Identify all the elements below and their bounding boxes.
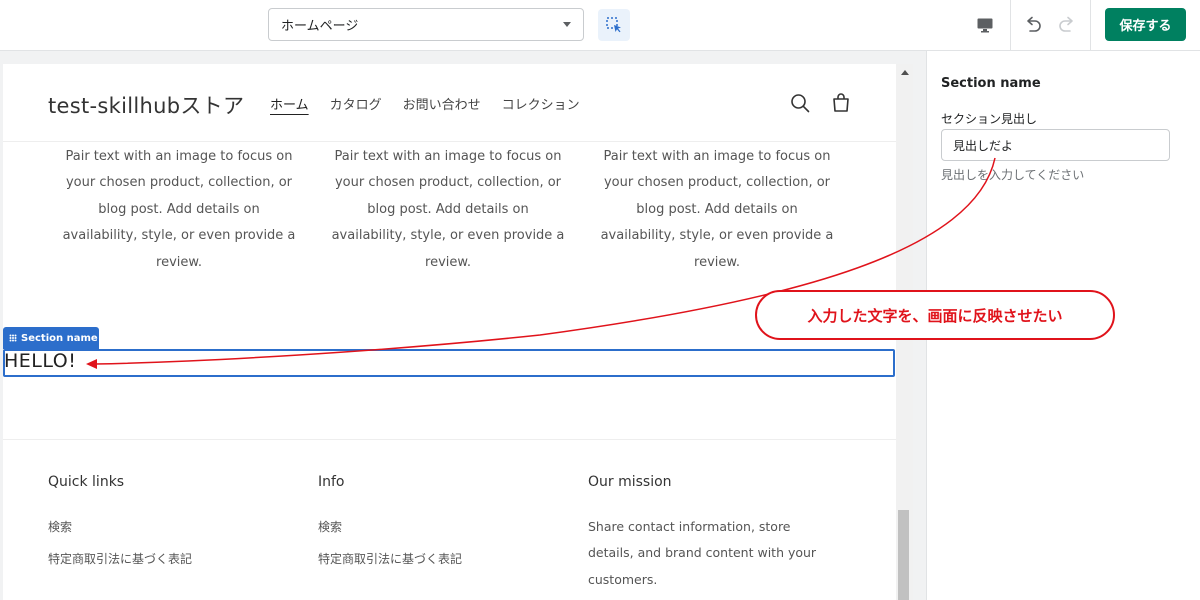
section-heading: HELLO!	[4, 350, 77, 372]
heading-field-label: セクション見出し	[941, 112, 1038, 126]
save-button[interactable]: 保存する	[1105, 8, 1186, 41]
toolbar-divider	[1090, 0, 1091, 51]
store-header: test-skillhubストア ホーム カタログ お問い合わせ コレクション	[3, 64, 896, 142]
redo-button[interactable]	[1052, 10, 1082, 40]
heading-input[interactable]	[941, 129, 1170, 161]
footer-info-title: Info	[318, 474, 345, 490]
footer-mission-text: Share contact information, store details…	[588, 519, 817, 587]
chevron-down-icon	[563, 22, 571, 27]
panel-title: Section name	[941, 76, 1041, 91]
footer-link-search[interactable]: 検索	[48, 518, 72, 535]
footer-info-link-search[interactable]: 検索	[318, 518, 342, 535]
nav-item-collection[interactable]: コレクション	[502, 94, 580, 113]
desktop-view-button[interactable]	[970, 10, 1000, 40]
nav-item-catalog[interactable]: カタログ	[330, 94, 382, 113]
inspector-toggle-button[interactable]	[598, 9, 630, 41]
section-tag-label: Section name	[21, 332, 98, 344]
nav-item-home[interactable]: ホーム	[270, 94, 309, 113]
footer-link-legal[interactable]: 特定商取引法に基づく表記	[48, 550, 192, 567]
toolbar-divider	[1010, 0, 1011, 51]
desktop-icon	[977, 18, 993, 33]
page-select[interactable]: ホームページ	[268, 8, 584, 41]
select-pointer-icon	[606, 17, 621, 33]
redo-icon	[1059, 16, 1073, 32]
footer-mission-title: Our mission	[588, 474, 672, 490]
multicolumn-text-1: Pair text with an image to focus on your…	[62, 149, 296, 270]
heading-field-help: 見出しを入力してください	[941, 168, 1085, 182]
scrollbar-thumb[interactable]	[898, 510, 909, 600]
search-icon[interactable]	[789, 92, 811, 114]
drag-handle-icon	[9, 334, 17, 342]
footer-divider	[3, 439, 896, 440]
multicolumn-text-3: Pair text with an image to focus on your…	[600, 149, 834, 270]
multicolumn-text-2: Pair text with an image to focus on your…	[331, 149, 565, 270]
footer-quick-links-title: Quick links	[48, 474, 125, 490]
footer-info-link-legal[interactable]: 特定商取引法に基づく表記	[318, 550, 462, 567]
nav-item-contact[interactable]: お問い合わせ	[403, 94, 481, 113]
scroll-up-icon[interactable]	[901, 70, 909, 75]
editor-toolbar: ホームページ 保存する	[0, 0, 1200, 51]
cart-icon[interactable]	[830, 92, 852, 114]
undo-icon	[1027, 16, 1041, 32]
page-select-value: ホームページ	[281, 19, 359, 34]
selected-section-outline[interactable]	[3, 349, 895, 377]
undo-button[interactable]	[1018, 10, 1048, 40]
section-tag[interactable]: Section name	[3, 327, 99, 349]
store-nav: ホーム カタログ お問い合わせ コレクション	[270, 94, 580, 113]
store-logo[interactable]: test-skillhubストア	[48, 90, 244, 120]
annotation-callout: 入力した文字を、画面に反映させたい	[755, 290, 1115, 340]
